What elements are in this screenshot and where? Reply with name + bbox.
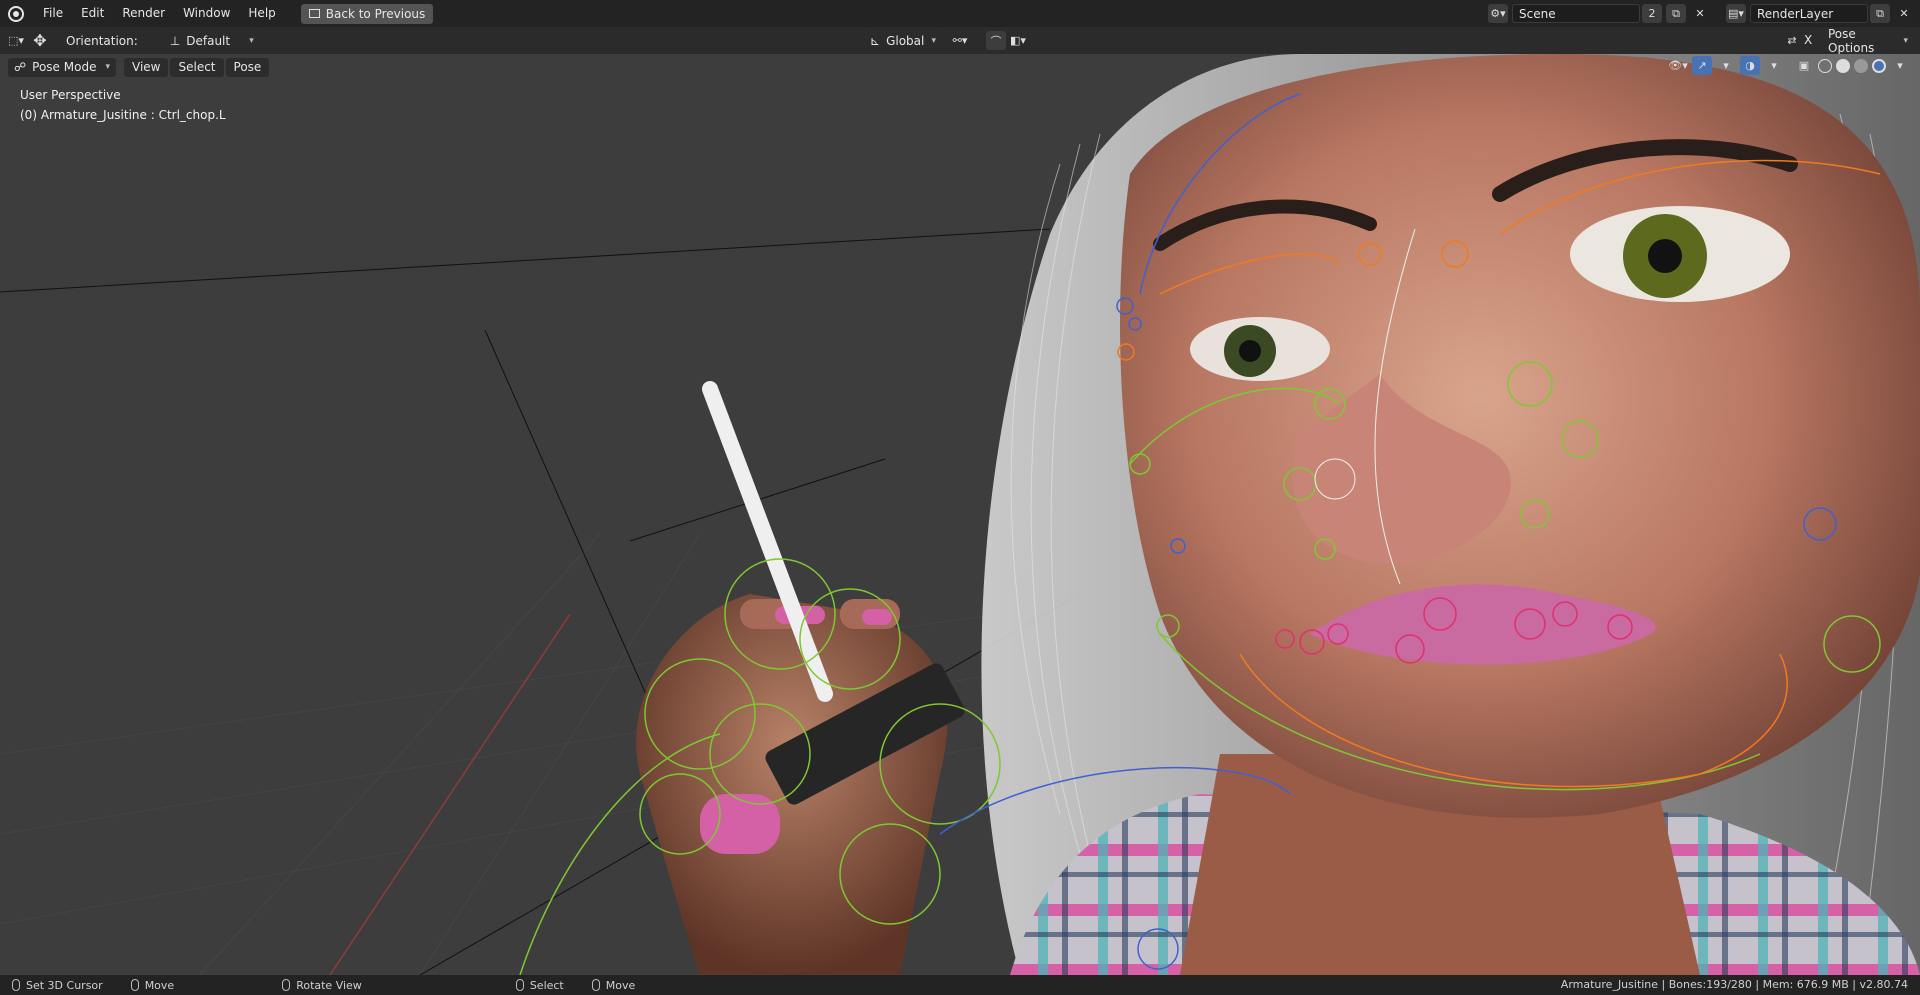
pose-mode-icon: ☍ [14, 60, 27, 74]
mouse-right-icon [591, 979, 600, 991]
status-hint-label: Select [529, 978, 564, 992]
mouse-left-icon [12, 979, 20, 991]
chevron-down-icon: ▾ [249, 35, 254, 46]
viewport-scene [0, 54, 1920, 975]
mouse-left-icon [515, 979, 524, 991]
rendered-shading-icon[interactable] [1872, 58, 1886, 73]
orientation-icon: ⊥ [169, 33, 181, 48]
transform-orientation-dropdown[interactable]: ⊾ Global ▾ [864, 31, 942, 50]
scene-statistics: Armature_Jusitine | Bones:193/280 | Mem:… [1560, 978, 1908, 991]
mode-label: Pose Mode [32, 60, 97, 74]
screen-icon [308, 9, 320, 18]
chevron-down-icon[interactable]: ▾ [1764, 56, 1784, 75]
status-hint-label: Rotate View [296, 978, 362, 992]
mode-dropdown[interactable]: ☍ Pose Mode ▾ [8, 57, 116, 77]
x-axis-line [329, 613, 571, 975]
status-hint-select: Select [515, 978, 564, 992]
back-to-previous-label: Back to Previous [325, 6, 426, 21]
solid-shading-icon[interactable] [1836, 58, 1850, 73]
mouse-middle-icon [282, 979, 291, 991]
scene-browse-icon[interactable]: ⚙▾ [1488, 4, 1508, 23]
3d-viewport[interactable] [0, 54, 1920, 975]
snap-icon[interactable]: ⌒ [986, 31, 1006, 50]
active-object-label: (0) Armature_Jusitine : Ctrl_chop.L [20, 108, 226, 122]
mirror-x-toggle[interactable]: X [1804, 33, 1812, 47]
scene-users-count[interactable]: 2 [1642, 4, 1662, 23]
visibility-icon[interactable]: 👁▾ [1668, 56, 1688, 75]
view-layer-browse-icon[interactable]: ▤▾ [1726, 4, 1746, 23]
menu-file[interactable]: File [34, 0, 72, 27]
pose-options-dropdown[interactable]: Pose Options ▾ [1822, 27, 1914, 55]
right-pupil [1648, 239, 1682, 273]
viewport-display-controls: 👁▾ ↗ ▾ ◑ ▾ ▣ ▾ [1666, 56, 1912, 75]
orientation-value: Default [186, 33, 231, 48]
status-hint-rotate-view: Rotate View [282, 979, 362, 992]
status-hint-label: Move [144, 978, 175, 992]
proportional-edit-icon[interactable]: ◧▾ [1008, 31, 1028, 50]
overlays-icon[interactable]: ◑ [1740, 56, 1760, 75]
gizmo-icon[interactable]: ↗ [1692, 56, 1712, 75]
pose-menu[interactable]: Pose [225, 57, 270, 77]
viewport-header: ☍ Pose Mode ▾ View Select Pose [0, 54, 1920, 80]
move-tool-icon[interactable]: ✥ [30, 31, 50, 50]
mouse-right-icon [130, 979, 139, 991]
pivot-point-icon[interactable]: ⚯▾ [950, 31, 970, 50]
view-menu[interactable]: View [124, 57, 169, 77]
menu-render[interactable]: Render [113, 0, 174, 27]
left-pupil [1239, 340, 1261, 362]
menu-edit[interactable]: Edit [72, 0, 113, 27]
orientation-dropdown[interactable]: ⊥ Default ▾ [163, 31, 260, 50]
transform-orientation-value: Global [886, 33, 925, 48]
status-hint-label: Set 3D Cursor [26, 978, 103, 992]
status-hint-move: Move [130, 978, 175, 992]
blender-logo-icon[interactable] [8, 5, 24, 22]
chevron-down-icon: ▾ [105, 62, 110, 72]
view-layer-name: RenderLayer [1757, 6, 1834, 21]
tool-select-icon[interactable]: ⬚▾ [6, 31, 26, 50]
menu-window[interactable]: Window [174, 0, 239, 27]
status-hint-label: Move [605, 978, 636, 992]
nail-2 [862, 609, 892, 625]
xray-icon[interactable]: ▣ [1794, 56, 1814, 75]
scene-name: Scene [1519, 6, 1556, 21]
orientation-label: Orientation: [66, 33, 138, 48]
scene-name-field[interactable]: Scene [1512, 4, 1640, 23]
scene-selector-area: ⚙▾ Scene 2 ⧉ ✕ ▤▾ RenderLayer ⧉ ✕ [1486, 0, 1920, 27]
face [1120, 54, 1920, 818]
material-shading-icon[interactable] [1854, 58, 1868, 73]
chevron-down-icon: ▾ [931, 35, 936, 46]
view-layer-field[interactable]: RenderLayer [1750, 4, 1868, 23]
pose-options-label: Pose Options [1828, 26, 1875, 55]
menu-help[interactable]: Help [239, 0, 284, 27]
scene-close-icon[interactable]: ✕ [1690, 4, 1710, 23]
chevron-down-icon[interactable]: ▾ [1716, 56, 1736, 75]
view-layer-close-icon[interactable]: ✕ [1894, 4, 1914, 23]
tool-settings-header: ⬚▾ ✥ Orientation: ⊥ Default ▾ ⊾ Global ▾… [0, 27, 1920, 55]
shading-options-icon[interactable]: ▾ [1890, 56, 1910, 75]
top-menubar: File Edit Render Window Help Back to Pre… [0, 0, 1920, 27]
view-perspective-label: User Perspective [20, 88, 121, 102]
back-to-previous-button[interactable]: Back to Previous [300, 3, 434, 24]
status-bar: Set 3D Cursor Move Rotate View Select Mo… [0, 975, 1920, 995]
mirror-icon[interactable]: ⇄ [1782, 31, 1802, 50]
wireframe-shading-icon[interactable] [1818, 58, 1832, 73]
status-hint-set-cursor: Set 3D Cursor [12, 979, 103, 992]
select-menu[interactable]: Select [170, 57, 224, 77]
scene-new-icon[interactable]: ⧉ [1666, 4, 1686, 23]
status-hint-move-2: Move [591, 978, 636, 992]
chevron-down-icon: ▾ [1903, 35, 1908, 46]
axis-icon: ⊾ [870, 33, 881, 48]
view-layer-new-icon[interactable]: ⧉ [1870, 4, 1890, 23]
